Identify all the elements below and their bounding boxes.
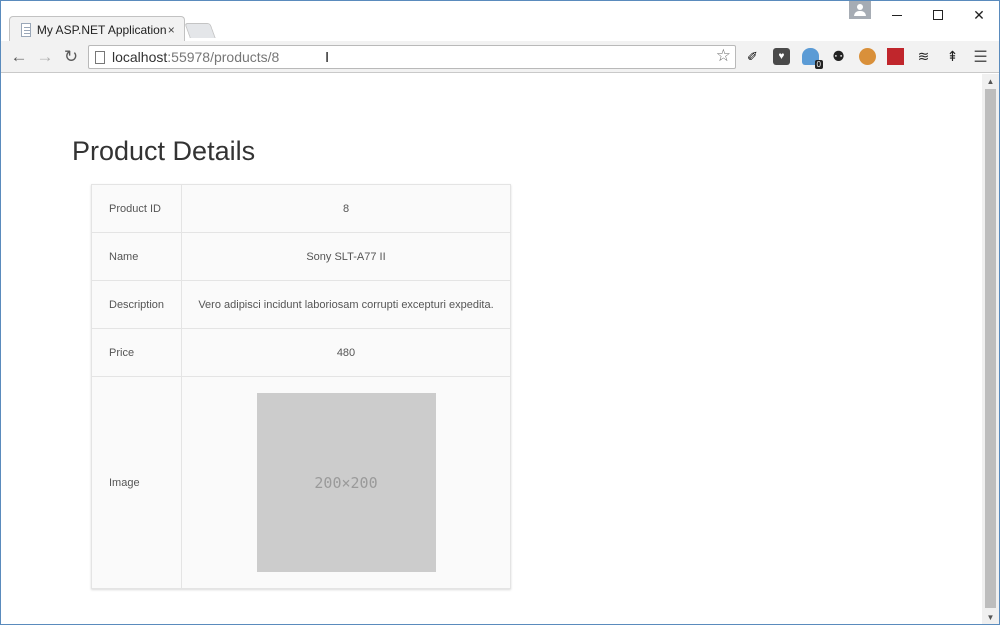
row-value-image: 200×200: [181, 376, 511, 589]
placeholder-text: 200×200: [314, 473, 378, 492]
table-row: Description Vero adipisci incidunt labor…: [91, 280, 511, 329]
minimize-button[interactable]: [877, 1, 917, 29]
maximize-icon: [933, 10, 943, 20]
ghostery-extension-icon[interactable]: 0: [802, 48, 823, 69]
minimize-icon: [892, 14, 902, 16]
profile-icon[interactable]: [849, 1, 871, 19]
cookie-extension-icon[interactable]: [859, 48, 876, 65]
address-bar[interactable]: localhost:55978/products/8 I ☆: [88, 45, 736, 69]
row-label: Name: [91, 232, 182, 281]
url-text: localhost:55978/products/8: [112, 49, 279, 65]
vertical-scrollbar[interactable]: ▲ ▼: [982, 74, 999, 624]
tab-close-icon[interactable]: ×: [167, 23, 176, 37]
back-button[interactable]: ←: [7, 45, 31, 69]
ghostery-badge: 0: [814, 60, 823, 69]
row-label: Price: [91, 328, 182, 377]
table-row-image: Image 200×200: [91, 376, 511, 589]
page-viewport: Product Details Product ID 8 Name Sony S…: [1, 74, 982, 624]
row-label: Product ID: [91, 184, 182, 233]
title-bar: My ASP.NET Application × ✕: [1, 1, 999, 42]
page-icon: [95, 50, 105, 64]
reload-button[interactable]: ↻: [59, 45, 83, 69]
table-row: Product ID 8: [91, 184, 511, 233]
url-path: :55978/products/8: [167, 49, 280, 65]
menu-icon[interactable]: ☰: [972, 48, 989, 66]
page-title: Product Details: [72, 136, 256, 166]
scroll-up-icon[interactable]: ▲: [982, 74, 999, 88]
url-host: localhost: [112, 49, 168, 65]
row-label: Image: [91, 376, 182, 589]
layers-extension-icon[interactable]: ≋: [915, 48, 932, 65]
scroll-down-icon[interactable]: ▼: [982, 610, 999, 624]
tab-active[interactable]: My ASP.NET Application ×: [9, 16, 185, 42]
owl-extension-icon[interactable]: ⚉: [830, 48, 847, 65]
table-row: Price 480: [91, 328, 511, 377]
arrow-left-icon: ←: [10, 47, 28, 66]
scroll-thumb[interactable]: [985, 89, 996, 608]
row-value: Vero adipisci incidunt laboriosam corrup…: [181, 280, 511, 329]
forward-button[interactable]: →: [33, 45, 57, 69]
product-image-placeholder: 200×200: [256, 393, 436, 572]
maximize-button[interactable]: [918, 1, 958, 29]
tab-title: My ASP.NET Application: [36, 22, 167, 37]
table-row: Name Sony SLT-A77 II: [91, 232, 511, 281]
row-value: 480: [181, 328, 511, 377]
tree-extension-icon[interactable]: ⇞: [944, 48, 961, 65]
arrow-right-icon: →: [36, 47, 54, 66]
close-icon: ✕: [973, 6, 985, 23]
product-details-table: Product ID 8 Name Sony SLT-A77 II Descri…: [91, 184, 511, 589]
row-value: Sony SLT-A77 II: [181, 232, 511, 281]
row-label: Description: [91, 280, 182, 329]
red-extension-icon[interactable]: [887, 48, 904, 65]
extension-pen-icon[interactable]: ✐: [744, 48, 761, 65]
browser-toolbar: ← → ↻ localhost:55978/products/8 I ☆ ✐ ♥…: [1, 41, 999, 73]
bookmark-star-icon[interactable]: ☆: [716, 46, 731, 66]
row-value: 8: [181, 184, 511, 233]
new-tab-button[interactable]: [184, 23, 216, 38]
reload-icon: ↻: [63, 47, 79, 66]
pocket-extension-icon[interactable]: ♥: [773, 48, 790, 65]
page-favicon-icon: [21, 22, 31, 37]
close-window-button[interactable]: ✕: [959, 1, 999, 29]
text-cursor-icon: I: [325, 49, 330, 66]
browser-window: My ASP.NET Application × ✕ ← → ↻ localho…: [0, 0, 1000, 625]
